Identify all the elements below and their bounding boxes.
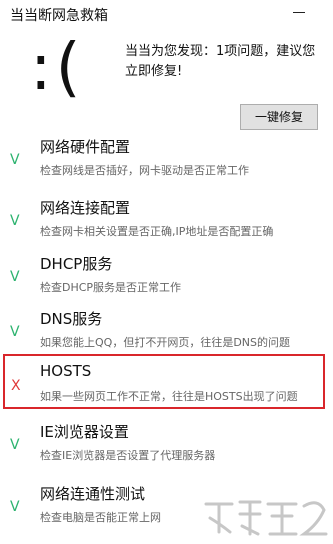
status-ok-icon: V <box>10 437 20 453</box>
status-ok-icon: V <box>10 324 20 340</box>
item-title: 网络连接配置 <box>40 199 131 217</box>
status-ok-icon: V <box>10 499 20 515</box>
check-item-ie-settings[interactable]: V IE浏览器设置 检查IE浏览器是否设置了代理服务器 <box>0 417 333 473</box>
status-ok-icon: V <box>10 269 20 285</box>
item-description: 检查网卡相关设置是否正确,IP地址是否配置正确 <box>40 225 274 238</box>
one-click-fix-button[interactable]: 一键修复 <box>240 104 318 130</box>
item-description: 检查IE浏览器是否设置了代理服务器 <box>40 449 216 462</box>
window-title: 当当断网急救箱 <box>10 8 108 24</box>
item-title: IE浏览器设置 <box>40 423 129 441</box>
item-description: 检查电脑是否能正常上网 <box>40 511 161 524</box>
item-title: DNS服务 <box>40 310 103 328</box>
item-description: 检查网线是否插好，网卡驱动是否正常工作 <box>40 164 249 177</box>
title-bar: 当当断网急救箱 <box>0 0 333 28</box>
check-item-dhcp[interactable]: V DHCP服务 检查DHCP服务是否正常工作 <box>0 249 333 305</box>
status-ok-icon: V <box>10 152 20 168</box>
check-item-dns[interactable]: V DNS服务 如果您能上QQ，但打不开网页，往往是DNS的问题 <box>0 304 333 360</box>
item-title: 网络硬件配置 <box>40 138 131 156</box>
sad-face-icon: :( <box>30 31 85 105</box>
item-title: HOSTS <box>40 362 92 380</box>
check-item-hosts[interactable]: X HOSTS 如果一些网页工作不正常，往往是HOSTS出现了问题 <box>0 358 333 414</box>
check-item-hardware[interactable]: V 网络硬件配置 检查网线是否插好，网卡驱动是否正常工作 <box>0 132 333 188</box>
check-item-connection[interactable]: V 网络连接配置 检查网卡相关设置是否正确,IP地址是否配置正确 <box>0 193 333 249</box>
item-description: 如果您能上QQ，但打不开网页，往往是DNS的问题 <box>40 336 290 349</box>
minimize-icon[interactable] <box>292 6 306 18</box>
site-watermark-logo <box>204 500 328 536</box>
item-description: 检查DHCP服务是否正常工作 <box>40 281 182 294</box>
item-title: 网络连通性测试 <box>40 485 146 503</box>
diagnosis-message: 当当为您发现：1项问题，建议您立即修复! <box>125 44 316 79</box>
item-description: 如果一些网页工作不正常，往往是HOSTS出现了问题 <box>40 390 298 403</box>
status-ok-icon: V <box>10 213 20 229</box>
item-title: DHCP服务 <box>40 255 113 273</box>
status-fail-icon: X <box>11 378 21 394</box>
